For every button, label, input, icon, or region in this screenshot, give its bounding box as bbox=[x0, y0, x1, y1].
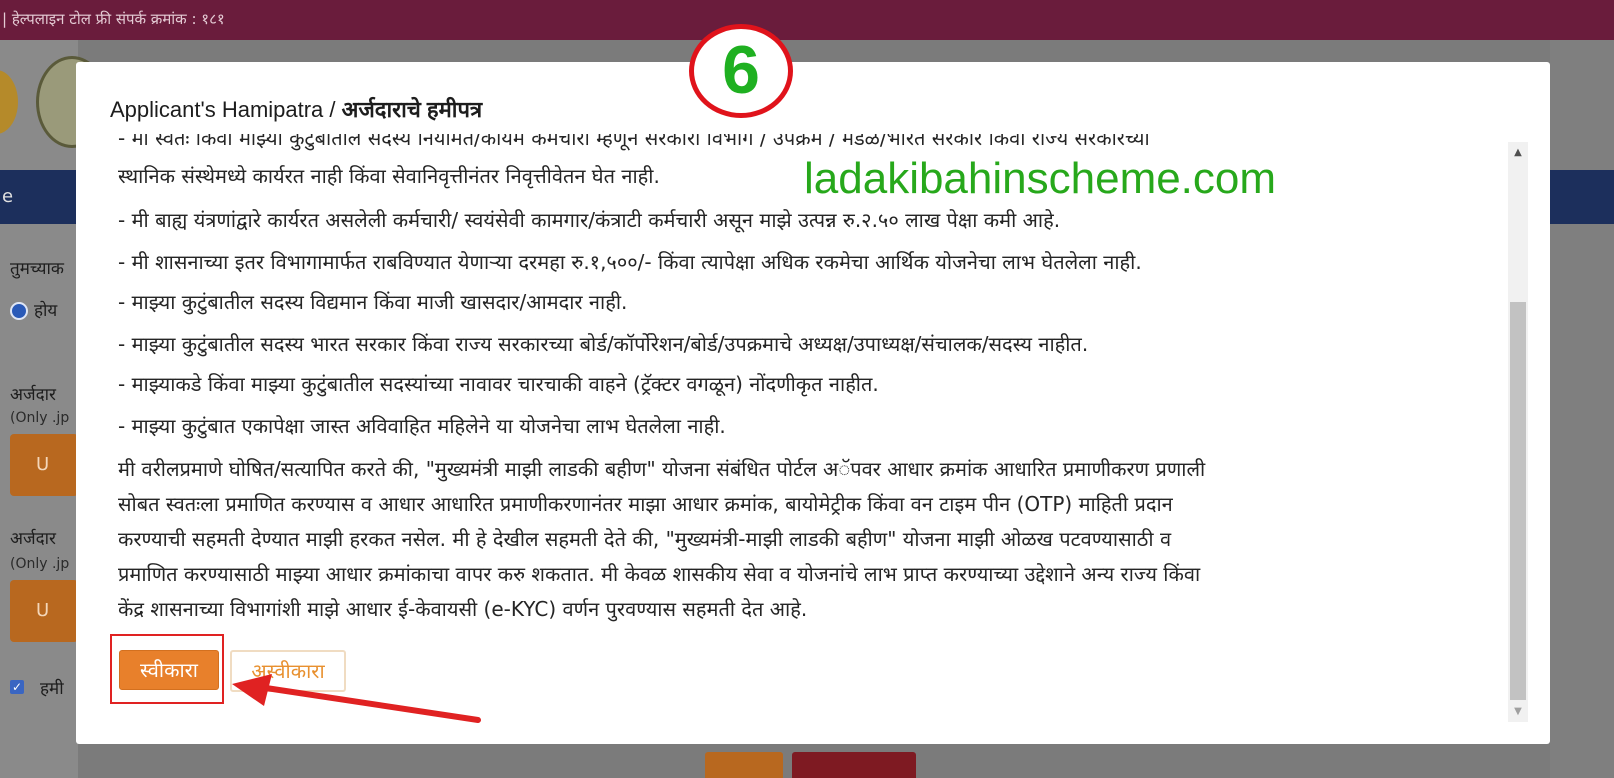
accept-button[interactable]: स्वीकारा bbox=[119, 650, 219, 690]
scroll-down-arrow-icon[interactable]: ▼ bbox=[1508, 702, 1528, 722]
scrollbar-thumb[interactable] bbox=[1510, 302, 1526, 700]
step-number-badge: 6 bbox=[689, 24, 793, 118]
modal-title: Applicant's Hamipatra / अर्जदाराचे हमीपत… bbox=[110, 94, 482, 124]
condition-line: - मी स्वतः किंवा माझ्या कुटुंबातील सदस्य… bbox=[118, 134, 1150, 150]
background-field-hint-2: (Only .jp bbox=[10, 556, 70, 572]
background-radio-label: होय bbox=[34, 301, 58, 321]
modal-scroll-area[interactable]: - मी स्वतः किंवा माझ्या कुटुंबातील सदस्य… bbox=[116, 134, 1496, 718]
declaration-line: केंद्र शासनाच्या विभागांशी माझे आधार ई-क… bbox=[118, 597, 808, 621]
condition-line: - मी बाह्य यंत्रणांद्वारे कार्यरत असलेली… bbox=[118, 208, 1061, 232]
background-field-label-2: अर्जदार bbox=[10, 529, 56, 549]
website-watermark: ladakibahinscheme.com bbox=[804, 154, 1277, 203]
background-question-label: तुमच्याक bbox=[10, 259, 64, 279]
background-upload-button-2: U bbox=[10, 580, 78, 642]
scroll-up-arrow-icon[interactable]: ▲ bbox=[1508, 142, 1528, 164]
condition-line: - माझ्याकडे किंवा माझ्या कुटुंबातील सदस्… bbox=[118, 372, 879, 396]
background-checkbox: ✓ bbox=[10, 680, 24, 694]
background-nav-right bbox=[1550, 170, 1614, 224]
declaration-line: प्रमाणित करण्यासाठी माझ्या आधार क्रमांका… bbox=[118, 562, 1201, 586]
condition-line: - माझ्या कुटुंबातील सदस्य विद्यमान किंवा… bbox=[118, 290, 628, 314]
declaration-line: सोबत स्वतःला प्रमाणित करण्यास व आधार आधा… bbox=[118, 492, 1173, 516]
condition-line: - मी शासनाच्या इतर विभागामार्फत राबविण्य… bbox=[118, 250, 1142, 274]
background-upload-button: U bbox=[10, 434, 78, 496]
pointer-arrow-icon bbox=[232, 674, 481, 723]
declaration-paragraph: मी वरीलप्रमाणे घोषित/सत्यापित करते की, "… bbox=[118, 452, 1458, 627]
declaration-line: मी वरीलप्रमाणे घोषित/सत्यापित करते की, "… bbox=[118, 457, 1206, 481]
background-field-label: अर्जदार bbox=[10, 385, 56, 405]
modal-scrollbar[interactable]: ▲ ▼ bbox=[1508, 142, 1528, 722]
helpline-bar: | हेल्पलाइन टोल फ्री संपर्क क्रमांक : १८… bbox=[0, 0, 1614, 40]
condition-line: - माझ्या कुटुंबातील सदस्य भारत सरकार किं… bbox=[118, 332, 1089, 356]
background-page bbox=[0, 40, 78, 778]
modal-title-english: Applicant's Hamipatra / bbox=[110, 97, 342, 122]
declaration-line: करण्याची सहमती देण्यात माझी हरकत नसेल. म… bbox=[118, 527, 1172, 551]
background-nav: e bbox=[0, 170, 78, 224]
background-save-button bbox=[705, 752, 783, 778]
background-checkbox-label: हमी bbox=[40, 679, 64, 699]
modal-title-marathi: अर्जदाराचे हमीपत्र bbox=[341, 97, 483, 122]
background-radio-yes bbox=[10, 302, 28, 320]
background-cancel-button bbox=[792, 752, 916, 778]
condition-line: स्थानिक संस्थेमध्ये कार्यरत नाही किंवा स… bbox=[118, 164, 660, 188]
background-page-right bbox=[1550, 40, 1614, 778]
background-field-hint: (Only .jp bbox=[10, 410, 70, 426]
condition-line: - माझ्या कुटुंबात एकापेक्षा जास्त अविवाह… bbox=[118, 414, 726, 438]
